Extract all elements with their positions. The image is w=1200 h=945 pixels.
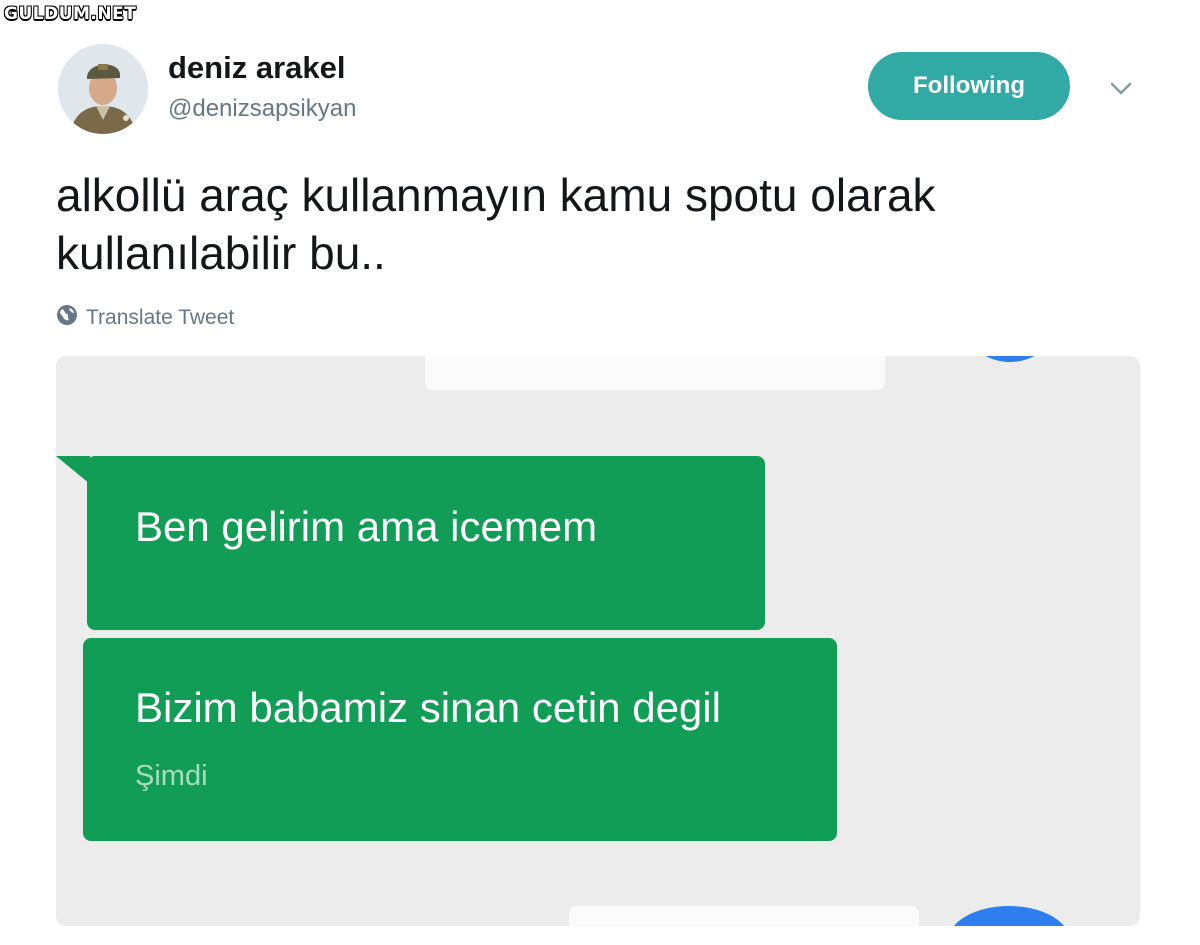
translate-tweet-label: Translate Tweet [86,306,235,329]
chat-message-text: Ben gelirim ama icemem [135,503,598,550]
chat-message-time: Şimdi [135,760,208,792]
chevron-down-icon[interactable] [1104,74,1138,102]
globe-icon [56,304,78,332]
partial-message-bubble-top [425,356,885,390]
avatar[interactable] [58,44,148,134]
chat-bubble: Ben gelirim ama icemem [56,456,765,630]
tweet-text: alkollü araç kullanmayın kamu spotu olar… [56,169,936,279]
translate-tweet-link[interactable]: Translate Tweet [56,304,234,332]
chat-message-text: Bizim babamiz sinan cetin degil [135,684,721,731]
tweet-media-image[interactable]: Ben gelirim ama icemem Bizim babamiz sin… [56,356,1140,926]
partial-message-bubble-bottom [569,906,919,926]
following-button[interactable]: Following [868,52,1070,120]
chat-bubble: Bizim babamiz sinan cetin degil Şimdi [83,638,837,841]
partial-avatar-circle-top [968,356,1052,362]
partial-avatar-circle-bottom [948,906,1070,926]
avatar-image [58,44,148,134]
author-display-name[interactable]: deniz arakel [168,50,345,86]
watermark-logo: GULDUM.NET [4,4,137,24]
author-handle[interactable]: @denizsapsikyan [168,95,356,123]
